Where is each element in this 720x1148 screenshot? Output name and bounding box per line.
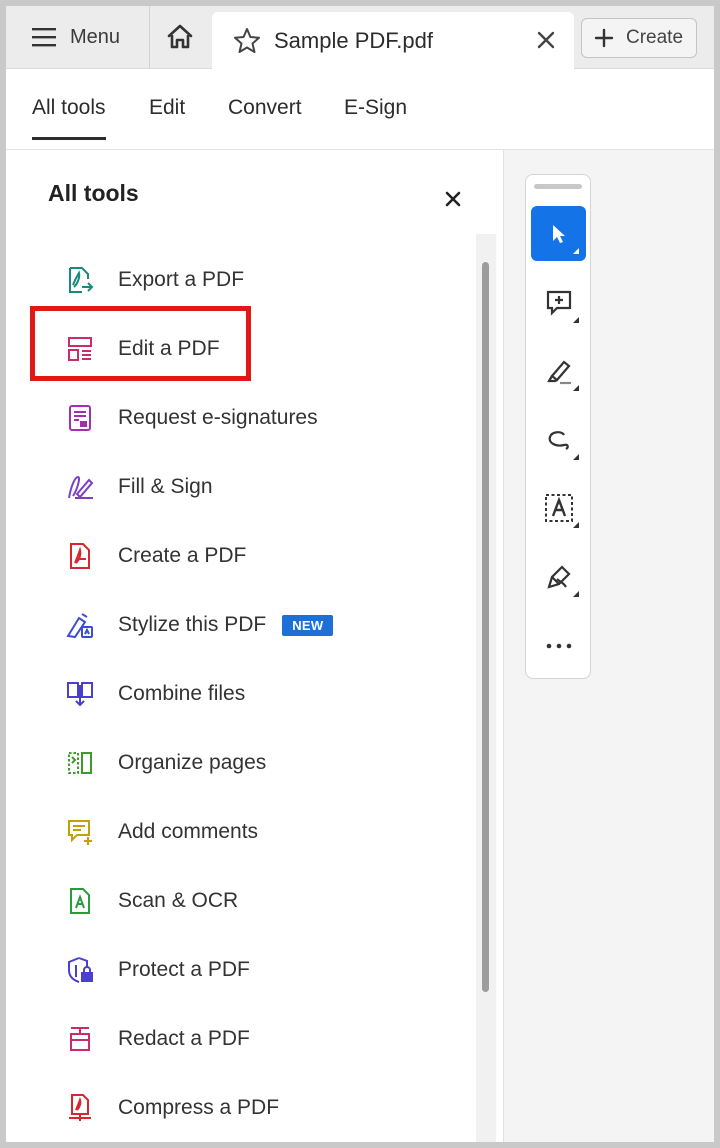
- tool-label: Protect a PDF: [118, 958, 250, 981]
- new-badge: NEW: [282, 614, 334, 636]
- submenu-indicator: [573, 522, 579, 528]
- tool-add-comments[interactable]: Add comments: [64, 812, 258, 852]
- create-button[interactable]: Create: [581, 18, 697, 58]
- stylize-pdf-icon: [64, 609, 96, 641]
- menu-button[interactable]: Menu: [6, 6, 150, 68]
- hamburger-icon: [32, 28, 56, 47]
- tool-scan-ocr[interactable]: Scan & OCR: [64, 881, 238, 921]
- add-comment-button[interactable]: [531, 275, 586, 330]
- document-tab[interactable]: Sample PDF.pdf: [212, 12, 574, 69]
- tool-label: Export a PDF: [118, 268, 245, 291]
- tool-export-pdf[interactable]: Export a PDF: [64, 260, 244, 300]
- fill-sign-icon: [64, 471, 96, 503]
- tool-label: Organize pages: [118, 751, 267, 774]
- highlight-button[interactable]: [531, 343, 586, 398]
- tool-redact-pdf[interactable]: Redact a PDF: [64, 1019, 250, 1059]
- home-icon: [167, 24, 193, 49]
- submenu-indicator: [573, 591, 579, 597]
- plus-icon: [594, 28, 614, 48]
- tool-stylize-pdf[interactable]: Stylize this PDF NEW: [64, 605, 334, 645]
- create-label: Create: [626, 27, 684, 48]
- sign-pen-icon: [546, 564, 571, 589]
- tool-create-pdf[interactable]: Create a PDF: [64, 536, 246, 576]
- tool-fill-sign[interactable]: Fill & Sign: [64, 467, 213, 507]
- quick-tools-toolbar: [525, 174, 591, 679]
- scan-ocr-icon: [64, 885, 96, 917]
- tool-protect-pdf[interactable]: Protect a PDF: [64, 950, 250, 990]
- export-pdf-icon: [64, 264, 96, 296]
- close-panel-icon[interactable]: [442, 188, 464, 210]
- highlight-box: [30, 306, 251, 381]
- redact-pdf-icon: [64, 1023, 96, 1055]
- document-tab-title: Sample PDF.pdf: [274, 27, 433, 53]
- text-select-icon: [544, 493, 573, 522]
- freehand-draw-icon: [548, 430, 569, 450]
- select-tool-button[interactable]: [531, 206, 586, 261]
- tab-all-tools[interactable]: All tools: [32, 96, 106, 140]
- submenu-indicator: [573, 385, 579, 391]
- tool-combine-files[interactable]: Combine files: [64, 674, 245, 714]
- combine-files-icon: [64, 678, 96, 710]
- tool-label: Stylize this PDF: [118, 613, 267, 636]
- all-tools-panel: All tools Export a PDF Edit a PDF Reques…: [6, 150, 504, 1142]
- add-comment-icon: [546, 290, 571, 316]
- tool-label: Scan & OCR: [118, 889, 239, 912]
- tool-label: Request e-signatures: [118, 406, 318, 429]
- tool-request-esignatures[interactable]: Request e-signatures: [64, 398, 318, 438]
- request-esign-icon: [64, 402, 96, 434]
- highlight-pen-icon: [546, 359, 571, 384]
- sign-button[interactable]: [531, 549, 586, 604]
- select-cursor-icon: [552, 224, 565, 243]
- tool-organize-pages[interactable]: Organize pages: [64, 743, 266, 783]
- document-area: [504, 150, 714, 1142]
- compress-pdf-icon: [64, 1092, 96, 1124]
- more-options-icon: [546, 643, 571, 648]
- tab-e-sign[interactable]: E-Sign: [344, 96, 407, 120]
- tool-compress-pdf[interactable]: Compress a PDF: [64, 1088, 279, 1128]
- add-comments-icon: [64, 816, 96, 848]
- create-pdf-icon: [64, 540, 96, 572]
- tool-label: Add comments: [118, 820, 259, 843]
- protect-pdf-icon: [64, 954, 96, 986]
- scrollbar-thumb[interactable]: [482, 262, 489, 992]
- submenu-indicator: [573, 317, 579, 323]
- text-select-button[interactable]: [531, 480, 586, 535]
- submenu-indicator: [573, 248, 579, 254]
- menu-label: Menu: [70, 25, 121, 48]
- star-icon[interactable]: [232, 26, 262, 56]
- toolbar-grip[interactable]: [534, 184, 582, 189]
- tool-label: Redact a PDF: [118, 1027, 250, 1050]
- app-window: Menu Sample PDF.pdf Create All tools Edi…: [6, 6, 714, 1142]
- tool-label: Create a PDF: [118, 544, 247, 567]
- title-bar: Menu Sample PDF.pdf Create: [6, 6, 714, 69]
- draw-button[interactable]: [531, 412, 586, 467]
- organize-pages-icon: [64, 747, 96, 779]
- tab-edit[interactable]: Edit: [149, 96, 185, 120]
- more-tools-button[interactable]: [531, 618, 586, 673]
- tool-label: Combine files: [118, 682, 246, 705]
- close-tab-icon[interactable]: [534, 28, 558, 52]
- submenu-indicator: [573, 454, 579, 460]
- tool-label: Fill & Sign: [118, 475, 213, 498]
- tool-label: Compress a PDF: [118, 1096, 280, 1119]
- panel-title: All tools: [48, 180, 139, 206]
- tool-tabs: All tools Edit Convert E-Sign: [6, 69, 714, 150]
- home-button[interactable]: [151, 6, 209, 68]
- tab-convert[interactable]: Convert: [228, 96, 302, 120]
